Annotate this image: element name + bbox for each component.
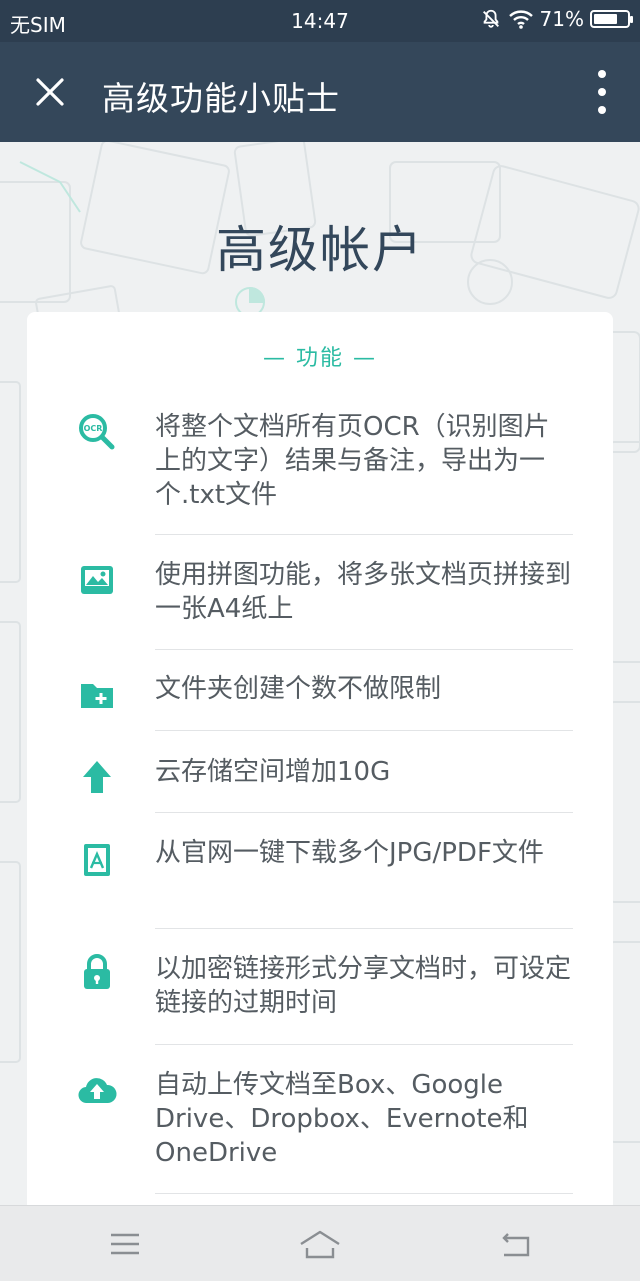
cloud-upload-icon [78, 1078, 117, 1104]
divider [155, 730, 573, 731]
pdf-file-icon [84, 844, 110, 876]
feature-text: 以加密链接形式分享文档时，可设定链接的过期时间 [155, 954, 572, 1018]
divider [155, 928, 573, 929]
ocr-search-icon: OCR [79, 414, 115, 450]
divider [155, 1044, 573, 1045]
status-icons: 71% [480, 7, 633, 31]
close-icon[interactable] [28, 70, 72, 114]
menu-icon[interactable] [105, 1224, 145, 1264]
lock-icon [84, 954, 110, 989]
feature-text: 云存储空间增加10G [155, 757, 391, 787]
folder-add-icon [81, 684, 113, 708]
home-icon[interactable] [298, 1224, 342, 1264]
feature-text: 将整个文档所有页OCR（识别图片上的文字）结果与备注，导出为一个.txt文件 [155, 412, 550, 510]
feature-text: 使用拼图功能，将多张文档页拼接到一张A4纸上 [155, 560, 572, 624]
feature-text: 文件夹创建个数不做限制 [155, 674, 442, 704]
battery-percent: 71% [539, 7, 584, 31]
status-bar: 无SIM 14:47 71% [0, 0, 640, 42]
divider [155, 534, 573, 535]
image-collage-icon [81, 566, 113, 594]
app-bar: 高级功能小贴士 [0, 42, 640, 142]
hero-title: 高级帐户 [216, 221, 424, 279]
arrow-up-icon [83, 761, 111, 793]
mute-icon [482, 9, 499, 28]
more-dot [598, 70, 606, 78]
more-dot [598, 88, 606, 96]
feature-text: 自动上传文档至Box、Google Drive、Dropbox、Evernote… [155, 1070, 529, 1168]
svg-text:OCR: OCR [84, 424, 103, 433]
divider [155, 812, 573, 813]
back-icon[interactable] [496, 1224, 536, 1264]
features-card: — 功能 — OCR 将整个文档所有页OCR（识别图片上的文字）结果与备注，导出… [27, 312, 613, 1212]
system-nav-bar [0, 1205, 640, 1281]
divider [155, 649, 573, 650]
divider [155, 1193, 573, 1194]
battery-icon [590, 10, 633, 28]
more-vert-icon[interactable] [594, 70, 610, 114]
page-title: 高级功能小贴士 [102, 79, 340, 118]
battery-level-fill [594, 14, 617, 24]
feature-text: 从官网一键下载多个JPG/PDF文件 [155, 838, 544, 868]
more-dot [598, 106, 606, 114]
card-header: — 功能 — [263, 346, 377, 371]
wifi-icon [508, 10, 533, 29]
